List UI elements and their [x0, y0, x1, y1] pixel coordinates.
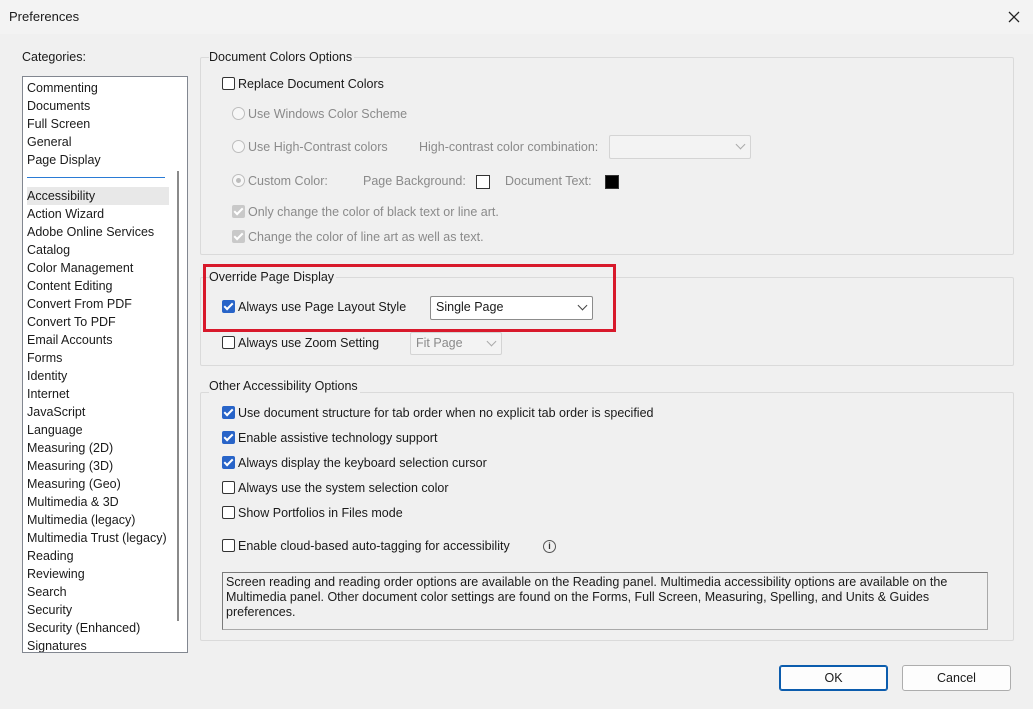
title-bar [0, 0, 1033, 34]
cloud-auto-tagging-checkbox[interactable] [222, 539, 235, 552]
replace-document-colors-label: Replace Document Colors [238, 77, 384, 91]
category-item[interactable]: Content Editing [27, 277, 112, 295]
category-item[interactable]: Reading [27, 547, 74, 565]
accessibility-option-checkbox[interactable] [222, 506, 235, 519]
high-contrast-label: Use High-Contrast colors [248, 140, 388, 154]
categories-list[interactable]: Commenting Documents Full Screen General Pag… [22, 76, 188, 653]
high-contrast-radio[interactable] [232, 140, 245, 153]
categories-label: Categories: [22, 50, 86, 64]
category-item[interactable]: Action Wizard [27, 205, 104, 223]
category-item[interactable]: Security (Enhanced) [27, 619, 140, 637]
category-item[interactable]: Forms [27, 349, 62, 367]
replace-document-colors-checkbox[interactable] [222, 77, 235, 90]
high-contrast-combination-dropdown[interactable] [609, 135, 751, 159]
other-accessibility-legend: Other Accessibility Options [209, 379, 360, 393]
category-item[interactable]: Convert To PDF [27, 313, 116, 331]
category-item[interactable]: Signatures [27, 637, 87, 652]
accessibility-option-label: Enable assistive technology support [238, 431, 438, 445]
category-item[interactable]: Email Accounts [27, 331, 112, 349]
category-item[interactable]: Measuring (Geo) [27, 475, 121, 493]
close-icon [1008, 11, 1020, 23]
category-item[interactable]: Internet [27, 385, 69, 403]
high-contrast-combination-label: High-contrast color combination: [419, 140, 599, 154]
change-line-art-label: Change the color of line art as well as … [248, 230, 484, 244]
category-item[interactable]: Measuring (2D) [27, 439, 113, 457]
accessibility-option-label: Use document structure for tab order whe… [238, 406, 654, 420]
category-item[interactable]: Page Display [27, 151, 101, 169]
only-change-black-checkbox[interactable] [232, 205, 245, 218]
page-background-swatch[interactable] [476, 175, 490, 189]
document-text-swatch[interactable] [605, 175, 619, 189]
only-change-black-label: Only change the color of black text or l… [248, 205, 499, 219]
accessibility-option-label: Show Portfolios in Files mode [238, 506, 403, 520]
category-item[interactable]: Convert From PDF [27, 295, 132, 313]
category-item[interactable]: Full Screen [27, 115, 90, 133]
zoom-setting-dropdown[interactable]: Fit Page [410, 332, 502, 355]
category-item[interactable]: Commenting [27, 79, 98, 97]
accessibility-option-checkbox[interactable] [222, 431, 235, 444]
category-item[interactable]: Search [27, 583, 67, 601]
categories-scrollbar[interactable] [177, 171, 179, 621]
custom-color-label: Custom Color: [248, 174, 328, 188]
category-item-selected[interactable]: Accessibility [27, 187, 169, 205]
category-item[interactable]: Identity [27, 367, 67, 385]
close-button[interactable] [1001, 4, 1027, 30]
accessibility-note: Screen reading and reading order options… [222, 572, 988, 630]
windows-color-scheme-radio[interactable] [232, 107, 245, 120]
page-background-label: Page Background: [363, 174, 466, 188]
category-item[interactable]: Catalog [27, 241, 70, 259]
chevron-down-icon [486, 336, 497, 347]
accessibility-option-checkbox[interactable] [222, 481, 235, 494]
category-item[interactable]: Color Management [27, 259, 133, 277]
category-item[interactable]: Multimedia (legacy) [27, 511, 135, 529]
info-icon[interactable]: i [543, 540, 556, 553]
category-item[interactable]: Adobe Online Services [27, 223, 154, 241]
category-item[interactable]: Language [27, 421, 83, 439]
ok-button[interactable]: OK [779, 665, 888, 691]
category-item[interactable]: Multimedia & 3D [27, 493, 119, 511]
zoom-setting-label: Always use Zoom Setting [238, 336, 380, 350]
change-line-art-checkbox[interactable] [232, 230, 245, 243]
category-item[interactable]: Security [27, 601, 72, 619]
zoom-setting-checkbox[interactable] [222, 336, 235, 349]
document-colors-legend: Document Colors Options [209, 50, 355, 64]
category-item[interactable]: Multimedia Trust (legacy) [27, 529, 167, 547]
accessibility-option-label: Always use the system selection color [238, 481, 449, 495]
category-item[interactable]: JavaScript [27, 403, 85, 421]
cloud-auto-tagging-label: Enable cloud-based auto-tagging for acce… [238, 539, 510, 553]
custom-color-radio[interactable] [232, 174, 245, 187]
accessibility-option-checkbox[interactable] [222, 406, 235, 419]
chevron-down-icon [735, 139, 746, 150]
accessibility-option-checkbox[interactable] [222, 456, 235, 469]
category-item[interactable]: Reviewing [27, 565, 85, 583]
category-item[interactable]: Documents [27, 97, 90, 115]
window-title: Preferences [9, 9, 80, 24]
windows-color-scheme-label: Use Windows Color Scheme [248, 107, 408, 121]
zoom-setting-value: Fit Page [416, 336, 463, 350]
cancel-button[interactable]: Cancel [902, 665, 1011, 691]
category-item[interactable]: Measuring (3D) [27, 457, 113, 475]
category-item[interactable]: General [27, 133, 71, 151]
accessibility-option-label: Always display the keyboard selection cu… [238, 456, 487, 470]
categories-separator [27, 177, 165, 178]
highlight-annotation [203, 264, 616, 332]
document-text-label: Document Text: [505, 174, 592, 188]
